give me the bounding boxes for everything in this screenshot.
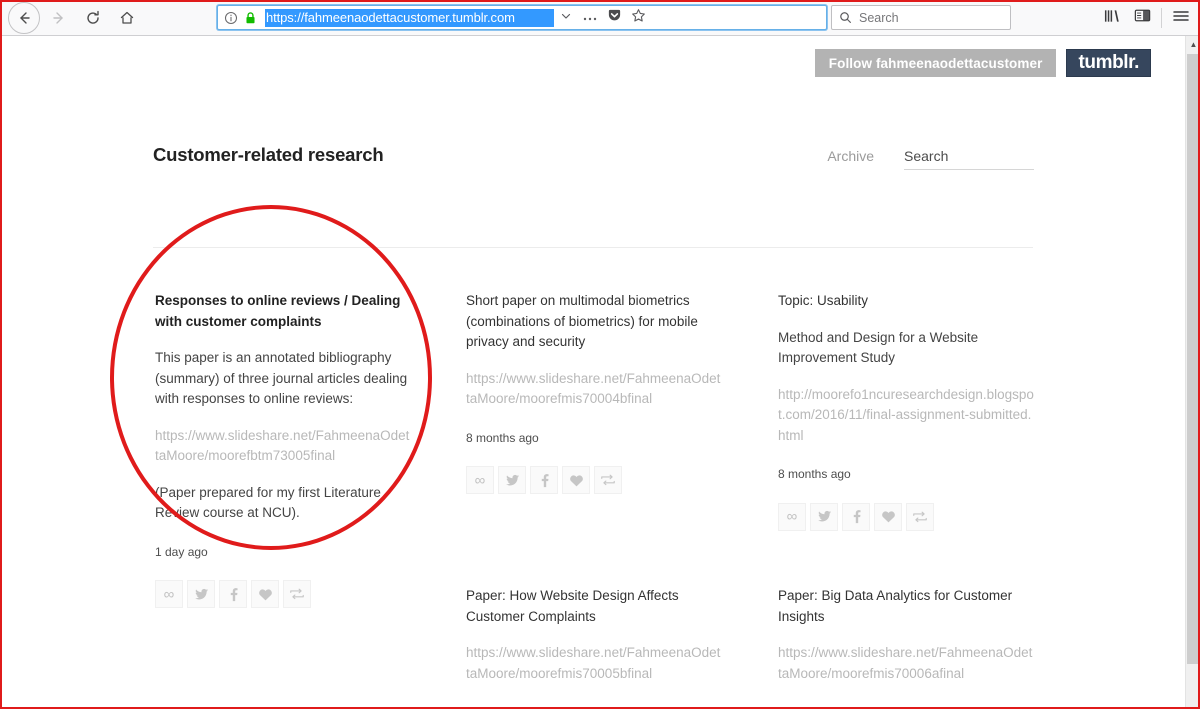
sidebar-button[interactable] — [1127, 3, 1157, 33]
page-actions-button[interactable] — [578, 6, 602, 29]
post-link[interactable]: http://moorefo1ncuresearchdesign.blogspo… — [778, 385, 1036, 447]
pocket-icon — [607, 8, 622, 28]
blog-nav: Archive Search — [827, 148, 1034, 170]
post-actions: ∞ — [155, 580, 413, 608]
post-card[interactable]: Short paper on multimodal biometrics (co… — [466, 291, 724, 494]
forward-arrow-icon — [51, 10, 67, 26]
star-icon — [631, 8, 646, 28]
url-dropdown-button[interactable] — [554, 6, 578, 29]
post-title[interactable]: Responses to online reviews / Dealing wi… — [155, 291, 413, 332]
sidebar-icon — [1134, 8, 1151, 28]
browser-search-bar[interactable]: Search — [831, 5, 1011, 30]
app-menu-button[interactable] — [1166, 3, 1196, 33]
post-actions: ∞ — [778, 502, 1036, 531]
library-button[interactable] — [1097, 3, 1127, 33]
reload-button[interactable] — [78, 3, 108, 33]
url-bar[interactable]: https://fahmeenaodettacustomer.tumblr.co… — [217, 5, 827, 30]
post-body: Method and Design for a Website Improvem… — [778, 329, 979, 366]
library-icon — [1104, 8, 1121, 29]
permalink-icon[interactable]: ∞ — [466, 466, 494, 494]
twitter-icon[interactable] — [810, 502, 838, 531]
permalink-icon[interactable]: ∞ — [778, 502, 806, 531]
chevron-down-icon — [560, 9, 572, 27]
post-link[interactable]: https://www.slideshare.net/FahmeenaOdett… — [466, 369, 724, 410]
post-title[interactable]: Short paper on multimodal biometrics (co… — [466, 291, 724, 353]
post-timestamp[interactable]: 1 day ago — [155, 542, 413, 563]
post-timestamp[interactable]: 8 months ago — [778, 702, 1036, 709]
forward-button[interactable] — [44, 3, 74, 33]
post-link[interactable]: https://www.slideshare.net/FahmeenaOdett… — [778, 643, 1036, 684]
reload-icon — [85, 10, 101, 26]
permalink-icon[interactable]: ∞ — [155, 580, 183, 608]
padlock-icon[interactable] — [244, 11, 257, 25]
home-button[interactable] — [112, 3, 142, 33]
like-heart-icon[interactable] — [874, 502, 902, 531]
tumblr-logo-button[interactable]: tumblr. — [1066, 49, 1151, 77]
header-divider — [153, 247, 1033, 248]
post-timestamp[interactable]: 8 months ago — [778, 464, 1036, 485]
post-timestamp[interactable]: 8 months ago — [466, 428, 724, 449]
reblog-icon[interactable] — [906, 502, 934, 531]
page-viewport: Follow fahmeenaodettacustomer tumblr. Cu… — [0, 36, 1200, 709]
post-card[interactable]: Topic: Usability Method and Design for a… — [778, 291, 1036, 531]
post-link[interactable]: https://www.slideshare.net/FahmeenaOdett… — [466, 643, 724, 684]
search-icon — [839, 11, 852, 24]
home-icon — [119, 10, 135, 26]
scroll-up-button[interactable]: ▲ — [1186, 36, 1200, 53]
like-heart-icon[interactable] — [251, 580, 279, 608]
toolbar-divider — [1161, 8, 1162, 28]
post-link[interactable]: https://www.slideshare.net/FahmeenaOdett… — [155, 426, 413, 467]
post-actions: ∞ — [466, 466, 724, 494]
save-to-pocket-button[interactable] — [602, 6, 626, 29]
nav-link-archive[interactable]: Archive — [827, 148, 874, 170]
facebook-icon[interactable] — [842, 502, 870, 531]
post-note: (Paper prepared for my first Literature … — [155, 484, 381, 521]
twitter-icon[interactable] — [187, 580, 215, 608]
post-card[interactable]: Paper: How Website Design Affects Custom… — [466, 586, 724, 709]
post-title[interactable]: Paper: Big Data Analytics for Customer I… — [778, 586, 1036, 627]
reblog-icon[interactable] — [594, 466, 622, 494]
facebook-icon[interactable] — [219, 580, 247, 608]
page-title: Customer-related research — [153, 144, 384, 165]
url-input[interactable]: https://fahmeenaodettacustomer.tumblr.co… — [265, 8, 554, 27]
bookmark-button[interactable] — [626, 6, 650, 29]
post-card[interactable]: Paper: Big Data Analytics for Customer I… — [778, 586, 1036, 709]
post-timestamp[interactable]: 8 months ago — [466, 702, 724, 709]
search-underline — [904, 169, 1034, 170]
ellipsis-icon — [582, 9, 598, 27]
facebook-icon[interactable] — [530, 466, 558, 494]
like-heart-icon[interactable] — [562, 466, 590, 494]
scrollbar-thumb[interactable] — [1187, 54, 1200, 664]
nav-link-search[interactable]: Search — [904, 148, 1034, 164]
tumblr-controls-bar: Follow fahmeenaodettacustomer tumblr. — [814, 49, 1151, 77]
page-info-icon[interactable] — [224, 11, 238, 25]
post-card[interactable]: Responses to online reviews / Dealing wi… — [155, 291, 413, 608]
browser-toolbar: https://fahmeenaodettacustomer.tumblr.co… — [0, 0, 1200, 36]
twitter-icon[interactable] — [498, 466, 526, 494]
toolbar-right-group — [1097, 3, 1196, 33]
hamburger-menu-icon — [1172, 8, 1190, 29]
follow-button[interactable]: Follow fahmeenaodettacustomer — [814, 49, 1057, 77]
back-arrow-icon — [16, 10, 32, 26]
blog-search-field[interactable]: Search — [904, 148, 1034, 170]
page-scrollbar[interactable]: ▲ — [1185, 36, 1200, 709]
back-button[interactable] — [8, 1, 40, 34]
post-title[interactable]: Paper: How Website Design Affects Custom… — [466, 586, 724, 627]
post-body: This paper is an annotated bibliography … — [155, 350, 408, 406]
search-input[interactable]: Search — [859, 11, 899, 25]
reblog-icon[interactable] — [283, 580, 311, 608]
post-title[interactable]: Topic: Usability — [778, 291, 1036, 312]
